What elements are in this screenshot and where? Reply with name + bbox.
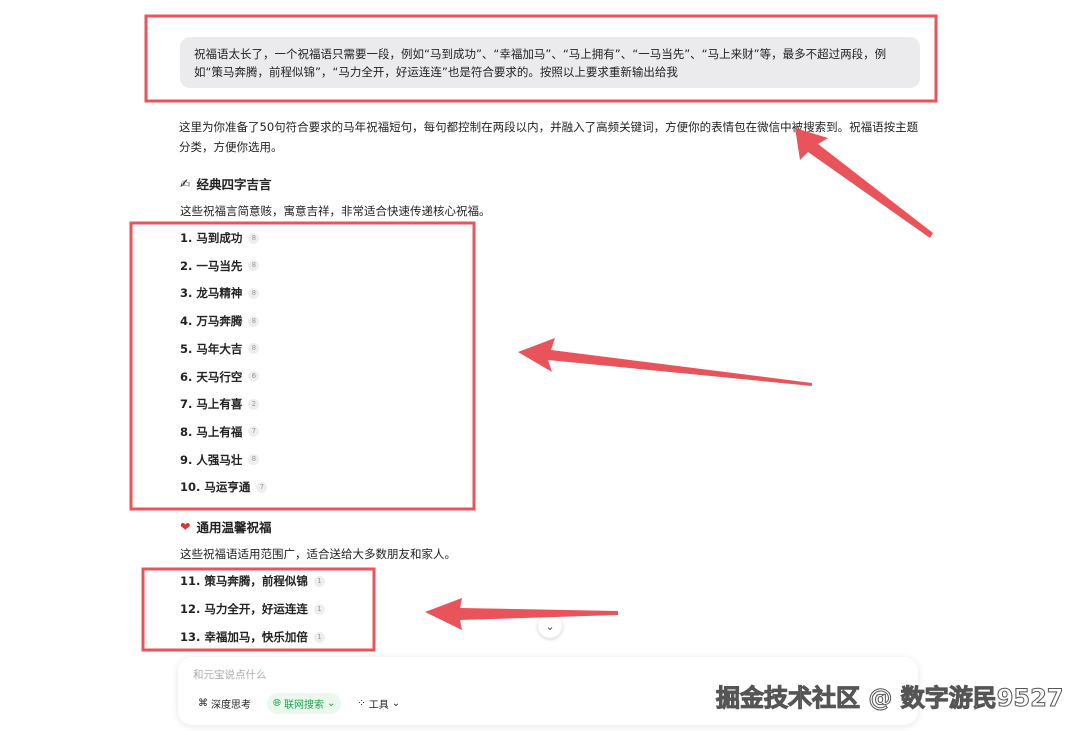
- list-item-text: 13. 幸福加马，快乐加倍: [180, 629, 308, 645]
- reference-badge[interactable]: 8: [248, 316, 259, 327]
- list-item: 10. 马运亨通 7: [180, 479, 267, 495]
- reference-badge[interactable]: 8: [248, 343, 259, 354]
- list-item-text: 3. 龙马精神: [180, 285, 242, 301]
- list-item-text: 2. 一马当先: [180, 258, 242, 274]
- list-item: 12. 马力全开，好运连连 1: [180, 601, 325, 617]
- list-item: 4. 万马奔腾 8: [180, 313, 259, 329]
- scroll-down-button[interactable]: ⌄: [538, 614, 562, 638]
- deep-think-button[interactable]: ⌘深度思考: [192, 693, 257, 714]
- pencil-icon: ✍: [180, 176, 190, 191]
- reference-badge[interactable]: 7: [256, 482, 267, 493]
- list-item: 13. 幸福加马，快乐加倍 1: [180, 629, 325, 645]
- list-item: 2. 一马当先 8: [180, 258, 259, 274]
- list-item: 9. 人强马壮 8: [180, 452, 259, 468]
- section-heading-general: ❤ 通用温馨祝福: [180, 517, 272, 536]
- list-item-text: 11. 策马奔腾，前程似锦: [180, 573, 308, 589]
- reference-badge[interactable]: 8: [248, 454, 259, 465]
- tools-label: 工具: [369, 696, 389, 711]
- heart-icon: ❤: [180, 519, 190, 534]
- list-item-text: 12. 马力全开，好运连连: [180, 601, 308, 617]
- annotation-arrow: [518, 338, 812, 386]
- section-title: 通用温馨祝福: [196, 517, 271, 536]
- reference-badge[interactable]: 1: [314, 604, 325, 615]
- list-item-text: 10. 马运亨通: [180, 479, 250, 495]
- user-message-text: 祝福语太长了，一个祝福语只需要一段，例如“马到成功”、“幸福加马”、“马上拥有”…: [194, 47, 886, 79]
- grid-icon: ⁘: [357, 698, 365, 709]
- chevron-down-icon: ⌄: [545, 620, 554, 633]
- list-item-text: 9. 人强马壮: [180, 452, 242, 468]
- user-message-bubble: 祝福语太长了，一个祝福语只需要一段，例如“马到成功”、“幸福加马”、“马上拥有”…: [180, 37, 920, 88]
- reference-badge[interactable]: 8: [248, 260, 259, 271]
- reference-badge[interactable]: 2: [248, 399, 259, 410]
- globe-icon: 🌐︎: [273, 698, 281, 709]
- list-item: 5. 马年大吉 8: [180, 341, 259, 357]
- list-item-text: 1. 马到成功: [180, 230, 242, 246]
- list-item-text: 4. 万马奔腾: [180, 313, 242, 329]
- list-item-text: 8. 马上有福: [180, 424, 242, 440]
- section-title: 经典四字吉言: [196, 174, 271, 193]
- list-item-text: 5. 马年大吉: [180, 341, 242, 357]
- intro-paragraph: 这里为你准备了50句符合要求的马年祝福短句，每句都控制在两段以内，并融入了高频关…: [179, 117, 919, 157]
- chevron-down-icon: ⌄: [392, 698, 400, 709]
- list-item-text: 6. 天马行空: [180, 369, 242, 385]
- list-item: 8. 马上有福 7: [180, 424, 259, 440]
- reference-badge[interactable]: 8: [248, 288, 259, 299]
- section-heading-classic: ✍ 经典四字吉言: [180, 174, 272, 193]
- list-item: 7. 马上有喜 2: [180, 396, 259, 412]
- annotation-arrow: [425, 598, 618, 630]
- deep-think-label: 深度思考: [211, 696, 251, 711]
- list-item: 3. 龙马精神 8: [180, 285, 259, 301]
- reference-badge[interactable]: 6: [248, 371, 259, 382]
- watermark: 掘金技术社区 @ 数字游民9527: [716, 678, 1064, 713]
- web-search-label: 联网搜索: [284, 696, 324, 711]
- reference-badge[interactable]: 1: [314, 632, 325, 643]
- tools-button[interactable]: ⁘ 工具⌄: [351, 693, 406, 714]
- reference-badge[interactable]: 8: [248, 233, 259, 244]
- deep-think-icon: ⌘: [198, 698, 208, 709]
- reference-badge[interactable]: 1: [314, 576, 325, 587]
- web-search-button[interactable]: 🌐︎联网搜索⌄: [267, 693, 341, 714]
- section-desc: 这些祝福言简意赅，寓意吉祥，非常适合快速传递核心祝福。: [180, 203, 491, 219]
- list-item: 11. 策马奔腾，前程似锦 1: [180, 573, 325, 589]
- chat-input-placeholder[interactable]: 和元宝说点什么: [193, 667, 267, 682]
- list-item: 1. 马到成功 8: [180, 230, 259, 246]
- reference-badge[interactable]: 7: [248, 426, 259, 437]
- list-item-text: 7. 马上有喜: [180, 396, 242, 412]
- chevron-down-icon: ⌄: [327, 698, 335, 709]
- section-desc: 这些祝福语适用范围广，适合送给大多数朋友和家人。: [180, 546, 456, 562]
- list-item: 6. 天马行空 6: [180, 369, 259, 385]
